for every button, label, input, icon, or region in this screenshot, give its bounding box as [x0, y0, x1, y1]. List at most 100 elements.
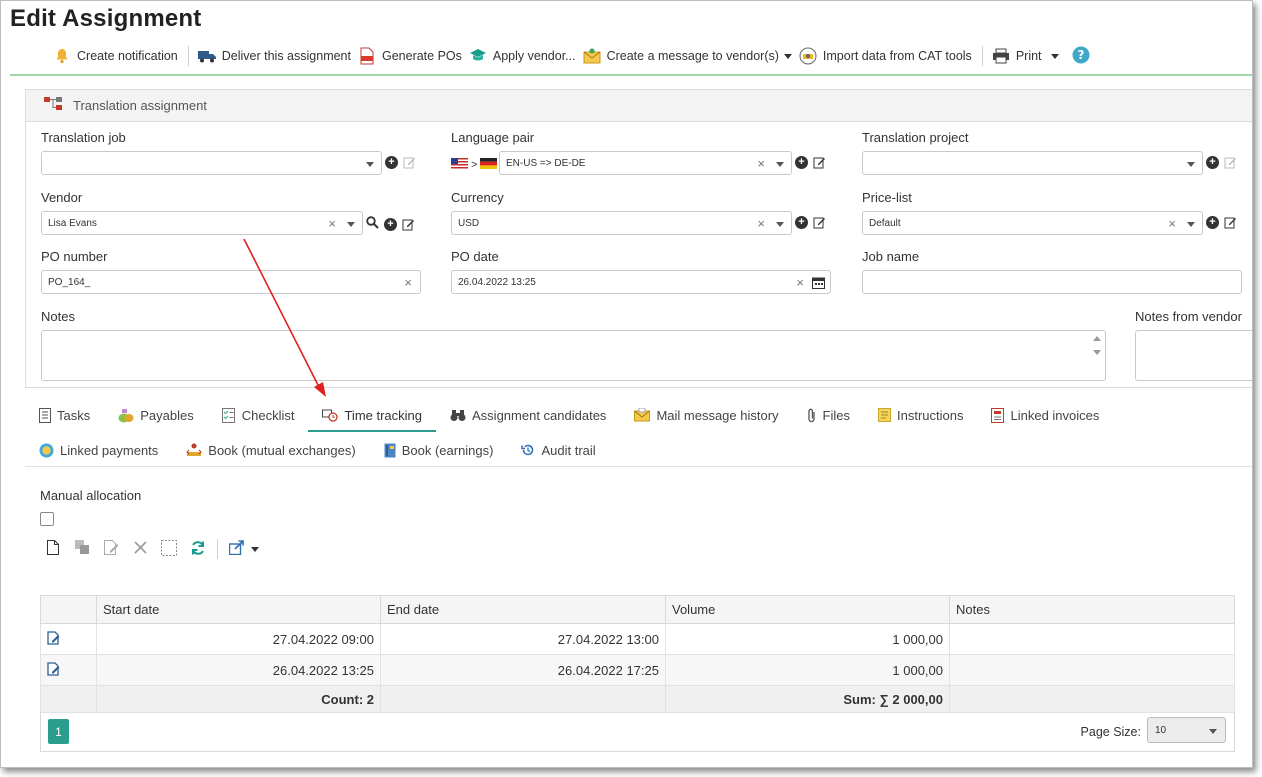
- edit-icon[interactable]: [813, 216, 826, 229]
- tab-files[interactable]: Files: [793, 399, 864, 431]
- tab-assignment-candidates[interactable]: Assignment candidates: [436, 399, 620, 431]
- tab-label: Assignment candidates: [472, 407, 607, 423]
- translation-job-select[interactable]: [41, 151, 382, 175]
- tab-linked-invoices[interactable]: Linked invoices: [977, 399, 1113, 431]
- money-bag-icon: [118, 408, 134, 423]
- search-icon[interactable]: [366, 216, 379, 232]
- language-pair-select[interactable]: EN-US => DE-DE ×: [499, 151, 792, 175]
- generate-pos-button[interactable]: Generate POs: [358, 47, 462, 65]
- table-row[interactable]: 26.04.2022 13:25 26.04.2022 17:25 1 000,…: [40, 654, 1235, 686]
- add-icon[interactable]: +: [385, 156, 398, 169]
- page-size-select[interactable]: 10: [1147, 717, 1226, 743]
- apply-vendor-button[interactable]: Apply vendor...: [469, 47, 576, 65]
- edit-icon[interactable]: [47, 661, 61, 679]
- page-button-current[interactable]: 1: [48, 719, 69, 744]
- exchange-icon: [186, 443, 202, 458]
- add-icon[interactable]: +: [795, 216, 808, 229]
- tab-linked-payments[interactable]: Linked payments: [25, 434, 172, 466]
- po-number-input[interactable]: PO_164_ ×: [41, 270, 421, 294]
- column-header-volume[interactable]: Volume: [665, 595, 950, 624]
- notes-from-vendor-textarea[interactable]: [1135, 330, 1252, 381]
- po-date-input[interactable]: 26.04.2022 13:25 ×: [451, 270, 831, 294]
- refresh-button[interactable]: [188, 539, 208, 559]
- edit-icon[interactable]: [813, 156, 826, 169]
- row-edit-cell[interactable]: [40, 623, 97, 655]
- paperclip-icon: [807, 408, 817, 423]
- language-separator: >: [471, 158, 478, 171]
- edit-record-button[interactable]: [101, 539, 121, 559]
- po-number-label: PO number: [41, 249, 108, 264]
- toolbar-separator: [187, 46, 189, 66]
- help-button[interactable]: ?: [1072, 46, 1090, 67]
- import-cat-label: Import data from CAT tools: [822, 49, 972, 63]
- edit-icon[interactable]: [47, 630, 61, 648]
- row-edit-cell[interactable]: [40, 654, 97, 686]
- add-icon[interactable]: +: [1206, 156, 1219, 169]
- clear-icon[interactable]: ×: [328, 216, 336, 231]
- currency-label: Currency: [451, 190, 504, 205]
- tab-mail-message-history[interactable]: Mail message history: [620, 399, 792, 431]
- scroll-up-icon[interactable]: [1093, 336, 1101, 341]
- tab-checklist[interactable]: Checklist: [208, 399, 309, 431]
- notes-textarea[interactable]: [41, 330, 1106, 381]
- create-notification-button[interactable]: Create notification: [53, 47, 178, 65]
- tab-time-tracking[interactable]: Time tracking: [308, 399, 436, 432]
- clear-icon[interactable]: ×: [757, 216, 765, 231]
- create-message-button[interactable]: Create a message to vendor(s): [583, 47, 792, 65]
- job-name-input[interactable]: [862, 270, 1242, 294]
- select-all-button[interactable]: [159, 539, 179, 559]
- delete-record-button[interactable]: [130, 539, 150, 559]
- edit-document-icon: [103, 540, 119, 558]
- tab-book-mutual-exchanges[interactable]: Book (mutual exchanges): [172, 434, 369, 466]
- edit-icon[interactable]: [1224, 216, 1237, 229]
- tab-audit-trail[interactable]: Audit trail: [507, 434, 609, 466]
- envelope-icon: [583, 47, 601, 65]
- copy-icon: [74, 540, 90, 558]
- vendor-select[interactable]: Lisa Evans ×: [41, 211, 363, 235]
- currency-select[interactable]: USD ×: [451, 211, 792, 235]
- create-notification-label: Create notification: [77, 49, 178, 63]
- clear-icon[interactable]: ×: [1168, 216, 1176, 231]
- clear-icon[interactable]: ×: [796, 275, 804, 290]
- pager: 1 Page Size: 10: [40, 712, 1235, 752]
- clear-icon[interactable]: ×: [757, 156, 765, 171]
- new-record-button[interactable]: [43, 539, 63, 559]
- column-header-notes[interactable]: Notes: [949, 595, 1235, 624]
- copy-record-button[interactable]: [72, 539, 92, 559]
- mail-icon: [634, 408, 651, 422]
- edit-icon[interactable]: [402, 218, 415, 231]
- table-row[interactable]: 27.04.2022 09:00 27.04.2022 13:00 1 000,…: [40, 623, 1235, 655]
- add-icon[interactable]: +: [384, 217, 397, 231]
- column-header-end-date[interactable]: End date: [380, 595, 666, 624]
- manual-allocation-checkbox[interactable]: [40, 512, 54, 526]
- price-list-select[interactable]: Default ×: [862, 211, 1203, 235]
- create-message-label: Create a message to vendor(s): [606, 49, 779, 63]
- price-list-label: Price-list: [862, 190, 912, 205]
- print-button[interactable]: Print: [992, 47, 1059, 65]
- tabs-row-1: Tasks Payables Checklist Time tracking A…: [25, 399, 1113, 432]
- textarea-scrollbar[interactable]: [1091, 333, 1103, 378]
- add-icon[interactable]: +: [1206, 216, 1219, 229]
- calendar-icon[interactable]: [812, 276, 825, 292]
- export-button[interactable]: [227, 539, 261, 559]
- import-cat-button[interactable]: Import data from CAT tools: [799, 47, 972, 65]
- edit-icon[interactable]: [403, 156, 416, 169]
- tab-label: Instructions: [897, 407, 964, 423]
- column-header-start-date[interactable]: Start date: [96, 595, 381, 624]
- tab-tasks[interactable]: Tasks: [25, 399, 104, 431]
- panel-title: Translation assignment: [73, 98, 207, 113]
- tab-book-earnings[interactable]: Book (earnings): [370, 434, 508, 466]
- tab-payables[interactable]: Payables: [104, 399, 207, 431]
- invoice-icon: [991, 407, 1005, 423]
- translation-project-select[interactable]: [862, 151, 1203, 175]
- edit-icon[interactable]: [1224, 156, 1237, 169]
- deliver-assignment-button[interactable]: Deliver this assignment: [197, 47, 351, 65]
- add-icon[interactable]: +: [795, 156, 808, 169]
- clear-icon[interactable]: ×: [404, 275, 412, 290]
- footer-empty-cell: [40, 685, 97, 713]
- toolbar: Create notification Deliver this assignm…: [53, 44, 1097, 68]
- scroll-down-icon[interactable]: [1093, 350, 1101, 355]
- translation-project-actions: +: [1206, 156, 1237, 169]
- tab-instructions[interactable]: Instructions: [864, 399, 977, 431]
- tab-label: Audit trail: [541, 442, 596, 458]
